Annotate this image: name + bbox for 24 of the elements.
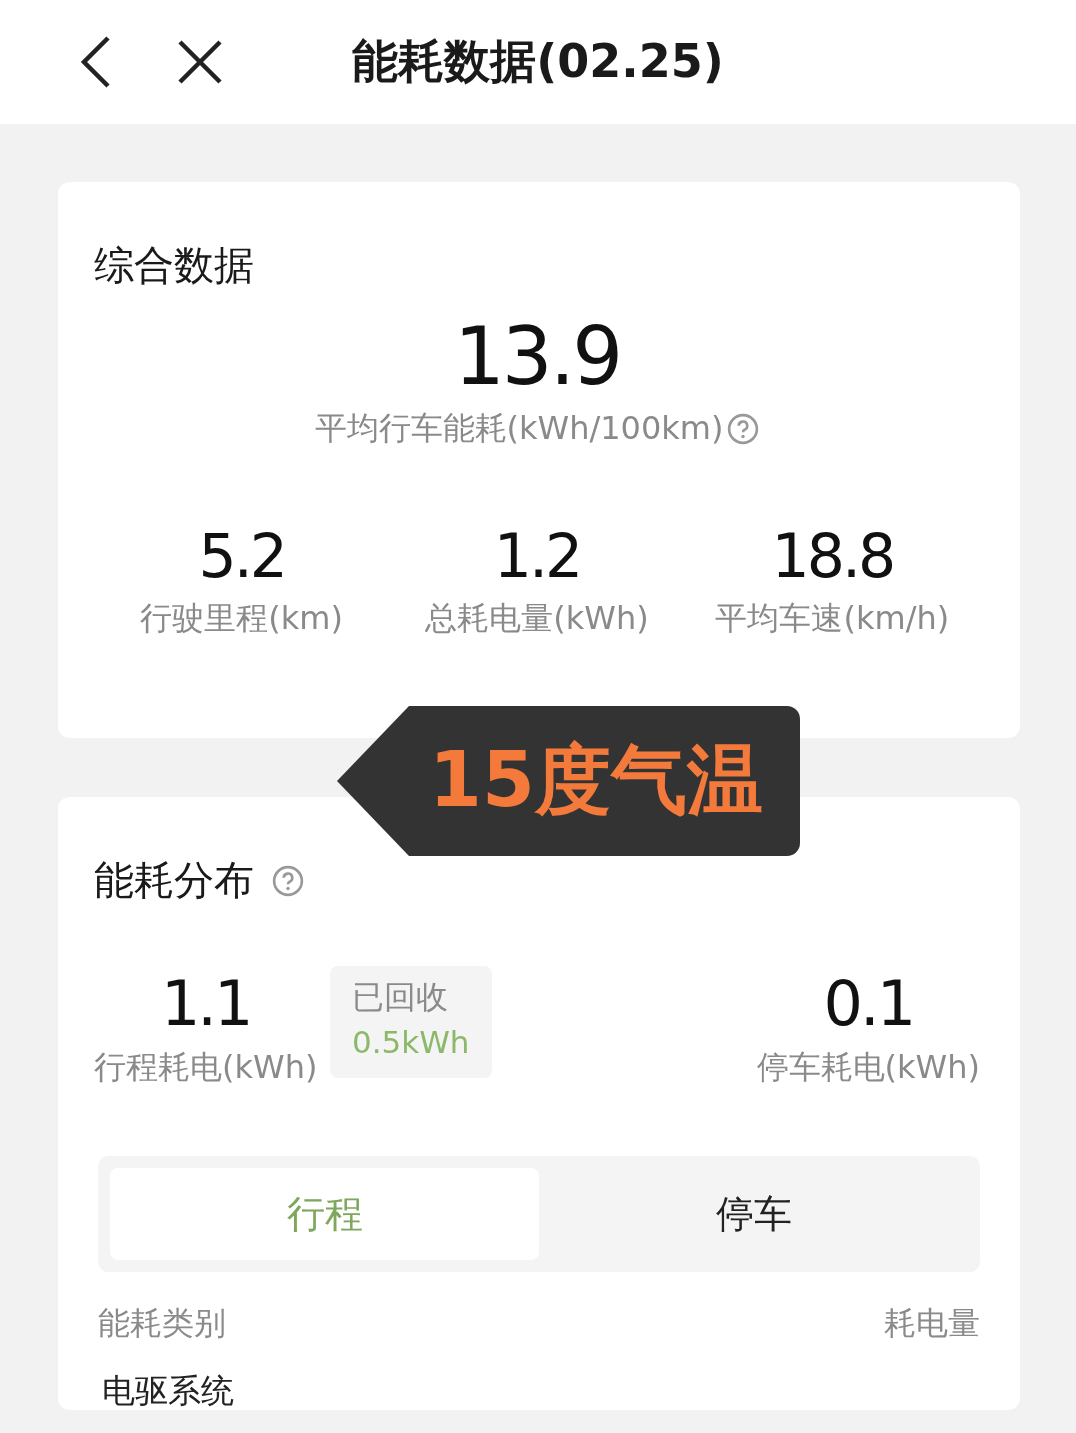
callout-text: 15度气温 [429,733,763,826]
recovered-label: 已回收 [351,977,449,1018]
page-title: 能耗数据(02.25) [352,34,724,88]
help-icon[interactable] [727,413,760,445]
help-icon[interactable] [272,864,304,897]
trip-consumption-label: 行程耗电(kWh) [94,1047,318,1089]
trip-consumption-value: 1.1 [160,970,251,1039]
tab[interactable]: 停车 [539,1168,968,1261]
average-consumption-value: 13.9 [453,313,621,401]
parking-consumption-value: 0.1 [823,970,914,1039]
recovered-value: 0.5kWh [351,1024,470,1060]
stat-label: 行驶里程(km) [140,598,343,639]
parking-consumption-label: 停车耗电(kWh) [756,1047,980,1089]
column-header: 能耗类别 [98,1303,226,1345]
stat-value: 18.8 [771,523,894,589]
stat-value: 5.2 [198,523,285,589]
average-consumption-label: 平均行车能耗(kWh/100km) [314,408,724,449]
stat-label: 总耗电量(kWh) [425,598,649,639]
section-title: 能耗分布 [94,856,254,905]
section-title: 综合数据 [94,241,254,290]
stat-value: 1.2 [493,523,581,589]
stat-label: 平均车速(km/h) [715,598,950,639]
column-header: 耗电量 [884,1303,980,1345]
category-cell-text: 电驱系统 [102,1372,235,1411]
